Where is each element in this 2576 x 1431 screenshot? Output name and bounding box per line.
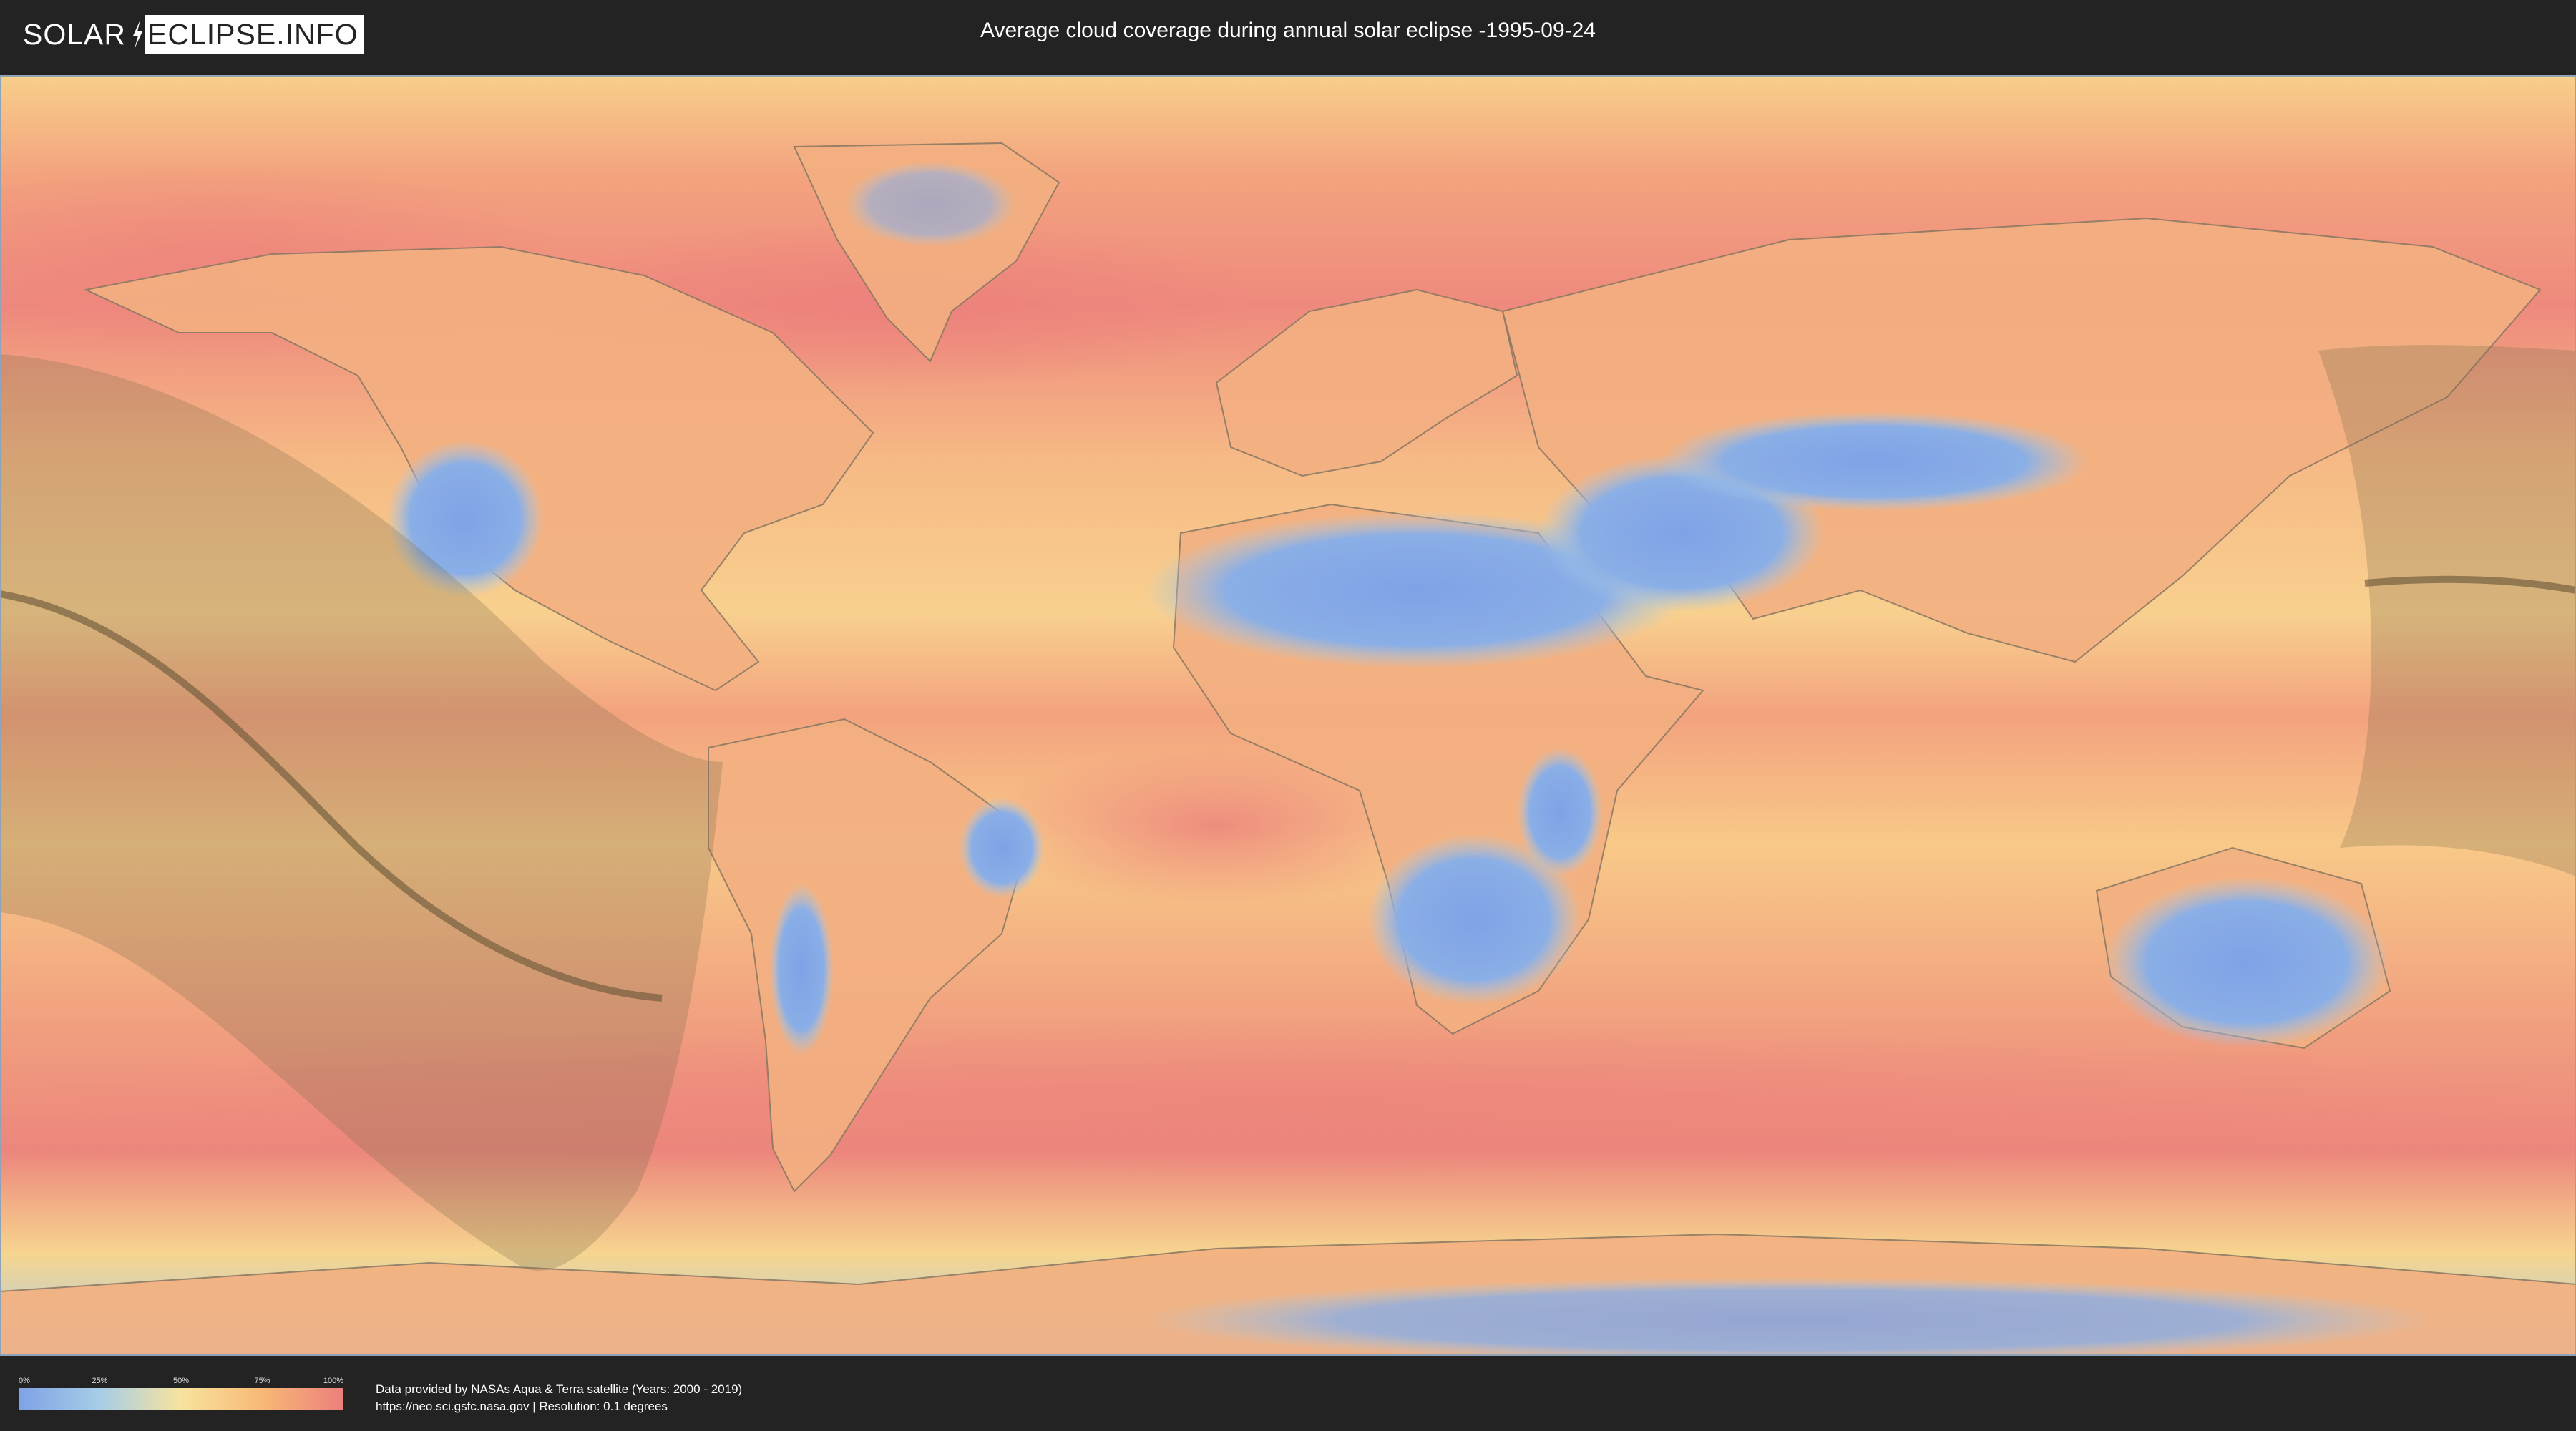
legend-tick-100: 100% [323,1377,343,1385]
clear-sky-central-asia [1660,411,2089,512]
clear-sky-atacama [769,884,834,1055]
legend-tick-25: 25% [92,1377,108,1385]
credits-source: Data provided by NASAs Aqua & Terra sate… [376,1382,743,1396]
credits-url[interactable]: https://neo.sci.gsfc.nasa.gov | Resoluti… [376,1398,742,1415]
page-title: Average cloud coverage during annual sol… [980,19,1596,42]
clear-sky-northeast-brazil [959,798,1045,898]
legend-tick-75: 75% [254,1377,270,1385]
data-credits: Data provided by NASAs Aqua & Terra sate… [376,1381,742,1415]
clear-sky-australia [2104,876,2390,1048]
legend-tick-0: 0% [19,1377,30,1385]
legend-color-bar [19,1388,343,1410]
header-bar: SOLAR ECLIPSE.INFO Average cloud coverag… [0,0,2576,72]
legend-tick-50: 50% [172,1377,190,1385]
cloud-coverage-map[interactable] [0,75,2576,1356]
clear-sky-greenland [844,161,1016,247]
clear-sky-east-africa [1517,748,1603,876]
legend-ticks: 0% 25% 50% 75% 100% [19,1377,343,1388]
cloud-coverage-legend: 0% 25% 50% 75% 100% [19,1377,343,1410]
footer-bar: 0% 25% 50% 75% 100% Data provided by NAS… [0,1359,2576,1431]
